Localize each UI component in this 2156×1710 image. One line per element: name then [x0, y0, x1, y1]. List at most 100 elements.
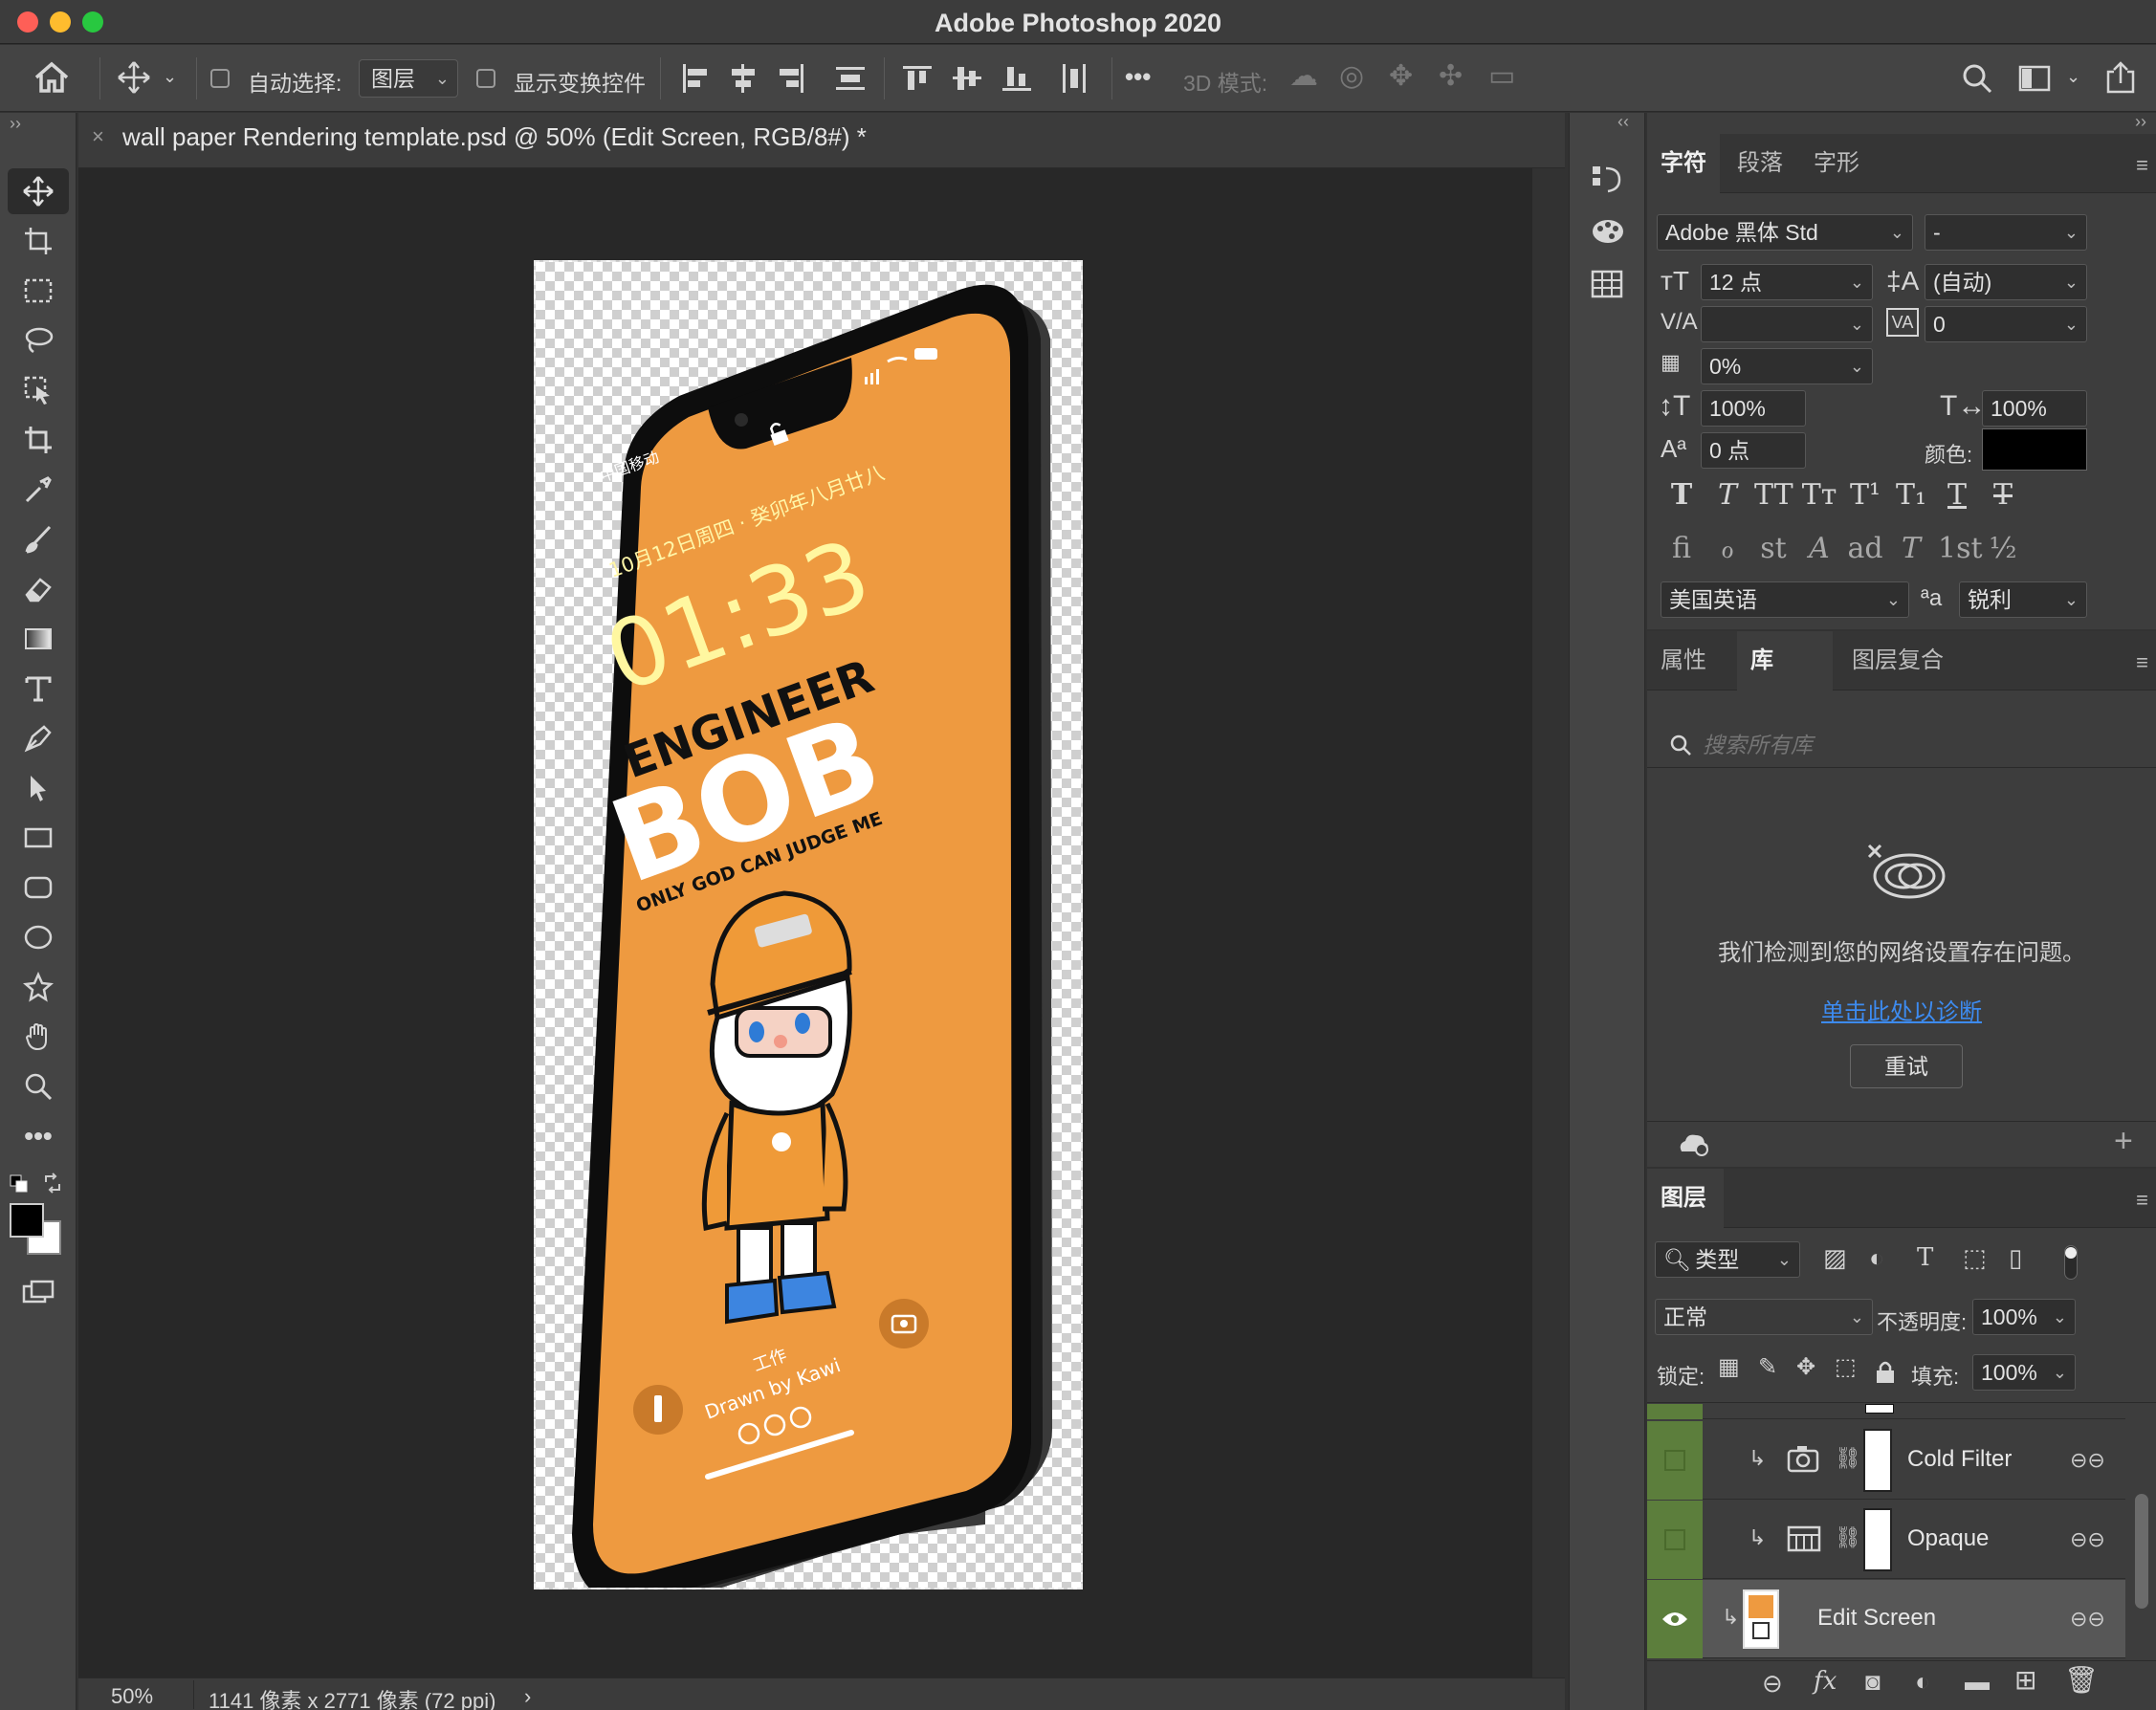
- layer-visibility-toggle[interactable]: [1647, 1501, 1703, 1579]
- panel-menu-icon[interactable]: ≡: [2136, 1188, 2148, 1213]
- rectangle-tool-icon[interactable]: [8, 815, 69, 861]
- brush-tool-icon[interactable]: [8, 516, 69, 562]
- align-horizontal-center-icon[interactable]: [727, 62, 759, 95]
- close-tab-icon[interactable]: ×: [92, 124, 104, 149]
- more-tools-icon[interactable]: •••: [8, 1113, 69, 1159]
- layer-visibility-toggle[interactable]: [1647, 1421, 1703, 1500]
- ellipse-tool-icon[interactable]: [8, 914, 69, 960]
- tab-libraries[interactable]: 库: [1737, 631, 1833, 691]
- gradient-tool-icon[interactable]: [8, 616, 69, 662]
- ordinals-button[interactable]: 1st: [1938, 532, 1983, 565]
- filter-smart-object-icon[interactable]: ▯: [2009, 1245, 2022, 1270]
- move-tool-icon[interactable]: [117, 60, 151, 95]
- small-caps-button[interactable]: Tт: [1800, 478, 1838, 512]
- add-icon[interactable]: +: [2114, 1123, 2133, 1160]
- 3d-orbit-icon[interactable]: ☁: [1289, 62, 1318, 91]
- filter-shape-icon[interactable]: ⬚: [1963, 1245, 1987, 1270]
- chevron-down-icon[interactable]: ⌄: [2066, 68, 2080, 85]
- tab-layers[interactable]: 图层: [1647, 1169, 1724, 1228]
- trash-icon[interactable]: 🗑︎: [2064, 1667, 2099, 1694]
- discretionary-ligatures-button[interactable]: ℴ: [1708, 532, 1747, 565]
- panel-menu-icon[interactable]: ≡: [2136, 650, 2148, 675]
- document-size-info[interactable]: 1141 像素 x 2771 像素 (72 ppi): [209, 1684, 495, 1710]
- all-caps-button[interactable]: TT: [1754, 478, 1793, 512]
- align-vertical-center-icon[interactable]: [951, 62, 983, 95]
- 3d-slide-icon[interactable]: ✣: [1439, 62, 1463, 91]
- hand-tool-icon[interactable]: [8, 1014, 69, 1060]
- contextual-alternates-button[interactable]: st: [1754, 532, 1793, 565]
- tab-paragraph[interactable]: 段落: [1724, 134, 1796, 193]
- filter-pixel-icon[interactable]: ▨: [1823, 1245, 1847, 1270]
- layer-mask-thumbnail[interactable]: [1863, 1508, 1892, 1571]
- marquee-tool-icon[interactable]: [8, 268, 69, 314]
- adjustment-layer-icon[interactable]: ◐: [1915, 1669, 1930, 1694]
- workspace-icon[interactable]: [2018, 64, 2051, 93]
- underline-button[interactable]: T: [1938, 478, 1976, 512]
- folder-icon[interactable]: ▬: [1965, 1669, 1990, 1694]
- home-icon[interactable]: [33, 60, 71, 95]
- foreground-color-swatch[interactable]: [10, 1203, 44, 1238]
- document-canvas[interactable]: 中国移动 10月12日周四 · 癸卯年八月廿八 01:33 ENGINEER B…: [534, 260, 1083, 1589]
- antialias-select[interactable]: 锐利 ⌄: [1959, 581, 2087, 618]
- align-top-icon[interactable]: [901, 62, 934, 95]
- link-chain-icon[interactable]: ⛓: [1835, 1446, 1861, 1471]
- link-layers-icon[interactable]: ⊖: [1762, 1671, 1783, 1696]
- history-icon[interactable]: [1591, 163, 1623, 195]
- fx-icon[interactable]: fx: [1814, 1669, 1837, 1694]
- swash-button[interactable]: A: [1800, 532, 1838, 565]
- faux-bold-button[interactable]: T: [1662, 478, 1701, 512]
- lock-artboard-icon[interactable]: ⬚: [1835, 1356, 1857, 1379]
- auto-select-dropdown[interactable]: 图层 ⌄: [359, 59, 458, 98]
- auto-select-checkbox[interactable]: [210, 69, 230, 88]
- fractions-button[interactable]: ½: [1984, 532, 2022, 565]
- tab-glyphs[interactable]: 字形: [1800, 134, 1873, 193]
- object-selection-tool-icon[interactable]: [8, 367, 69, 413]
- blend-mode-select[interactable]: 正常 ⌄: [1655, 1299, 1873, 1335]
- lock-position-icon[interactable]: ✥: [1796, 1356, 1815, 1379]
- chevron-right-icon[interactable]: ›: [524, 1684, 531, 1709]
- 3d-scale-icon[interactable]: ▭: [1488, 62, 1515, 91]
- stylistic-alternates-button[interactable]: ad: [1846, 532, 1884, 565]
- lasso-tool-icon[interactable]: [8, 318, 69, 363]
- filter-adjustment-icon[interactable]: ◐: [1869, 1245, 1884, 1270]
- 3d-pan-icon[interactable]: ✥: [1389, 62, 1413, 91]
- ligatures-button[interactable]: ﬁ: [1662, 532, 1701, 565]
- align-left-icon[interactable]: [679, 62, 712, 95]
- distribute-horizontal-icon[interactable]: [1058, 62, 1090, 95]
- font-family-select[interactable]: Adobe 黑体 Std ⌄: [1657, 214, 1913, 251]
- titling-alternates-button[interactable]: T: [1892, 532, 1930, 565]
- layer-row-opaque[interactable]: ↳ ⛓ Opaque ⊖⊖: [1647, 1501, 2125, 1579]
- language-select[interactable]: 美国英语 ⌄: [1661, 581, 1909, 618]
- collapse-icon[interactable]: ‹‹: [1617, 113, 1629, 130]
- align-bottom-icon[interactable]: [1001, 62, 1033, 95]
- layer-name[interactable]: Edit Screen: [1817, 1605, 1936, 1632]
- lock-all-icon[interactable]: [1875, 1360, 1896, 1385]
- swap-colors-icon[interactable]: [42, 1173, 63, 1194]
- eyedropper-tool-icon[interactable]: [8, 467, 69, 513]
- expand-panel-icon[interactable]: ››: [10, 115, 21, 132]
- screen-mode-icon[interactable]: [8, 1270, 69, 1316]
- tab-character[interactable]: 字符: [1647, 134, 1720, 193]
- leading-field[interactable]: (自动) ⌄: [1925, 264, 2087, 300]
- add-mask-icon[interactable]: ◙: [1865, 1669, 1881, 1694]
- panel-menu-icon[interactable]: ≡: [2136, 153, 2148, 178]
- smart-object-thumbnail[interactable]: [1743, 1589, 1779, 1649]
- font-style-select[interactable]: - ⌄: [1925, 214, 2087, 251]
- more-options-icon[interactable]: •••: [1125, 62, 1151, 92]
- faux-italic-button[interactable]: T: [1708, 478, 1747, 512]
- opacity-field[interactable]: 100% ⌄: [1972, 1299, 2076, 1335]
- layer-name[interactable]: Cold Filter: [1907, 1446, 2012, 1473]
- subscript-button[interactable]: T₁: [1892, 478, 1930, 512]
- default-colors-icon[interactable]: [10, 1174, 29, 1194]
- layer-row-edit-screen[interactable]: ↳ Edit Screen ⊖⊖: [1647, 1580, 2125, 1658]
- crop-tool-icon[interactable]: [8, 417, 69, 463]
- zoom-tool-icon[interactable]: [8, 1063, 69, 1109]
- library-search-input[interactable]: [1703, 727, 2123, 763]
- document-tab-title[interactable]: wall paper Rendering template.psd @ 50% …: [122, 122, 867, 152]
- table-grid-icon[interactable]: [1591, 270, 1623, 298]
- link-icon[interactable]: ⊖⊖: [2070, 1607, 2105, 1632]
- lock-image-icon[interactable]: ✎: [1758, 1356, 1777, 1379]
- superscript-button[interactable]: T¹: [1846, 478, 1884, 512]
- baseline-shift-field[interactable]: 0 点: [1701, 432, 1806, 469]
- search-icon[interactable]: [1961, 62, 1993, 95]
